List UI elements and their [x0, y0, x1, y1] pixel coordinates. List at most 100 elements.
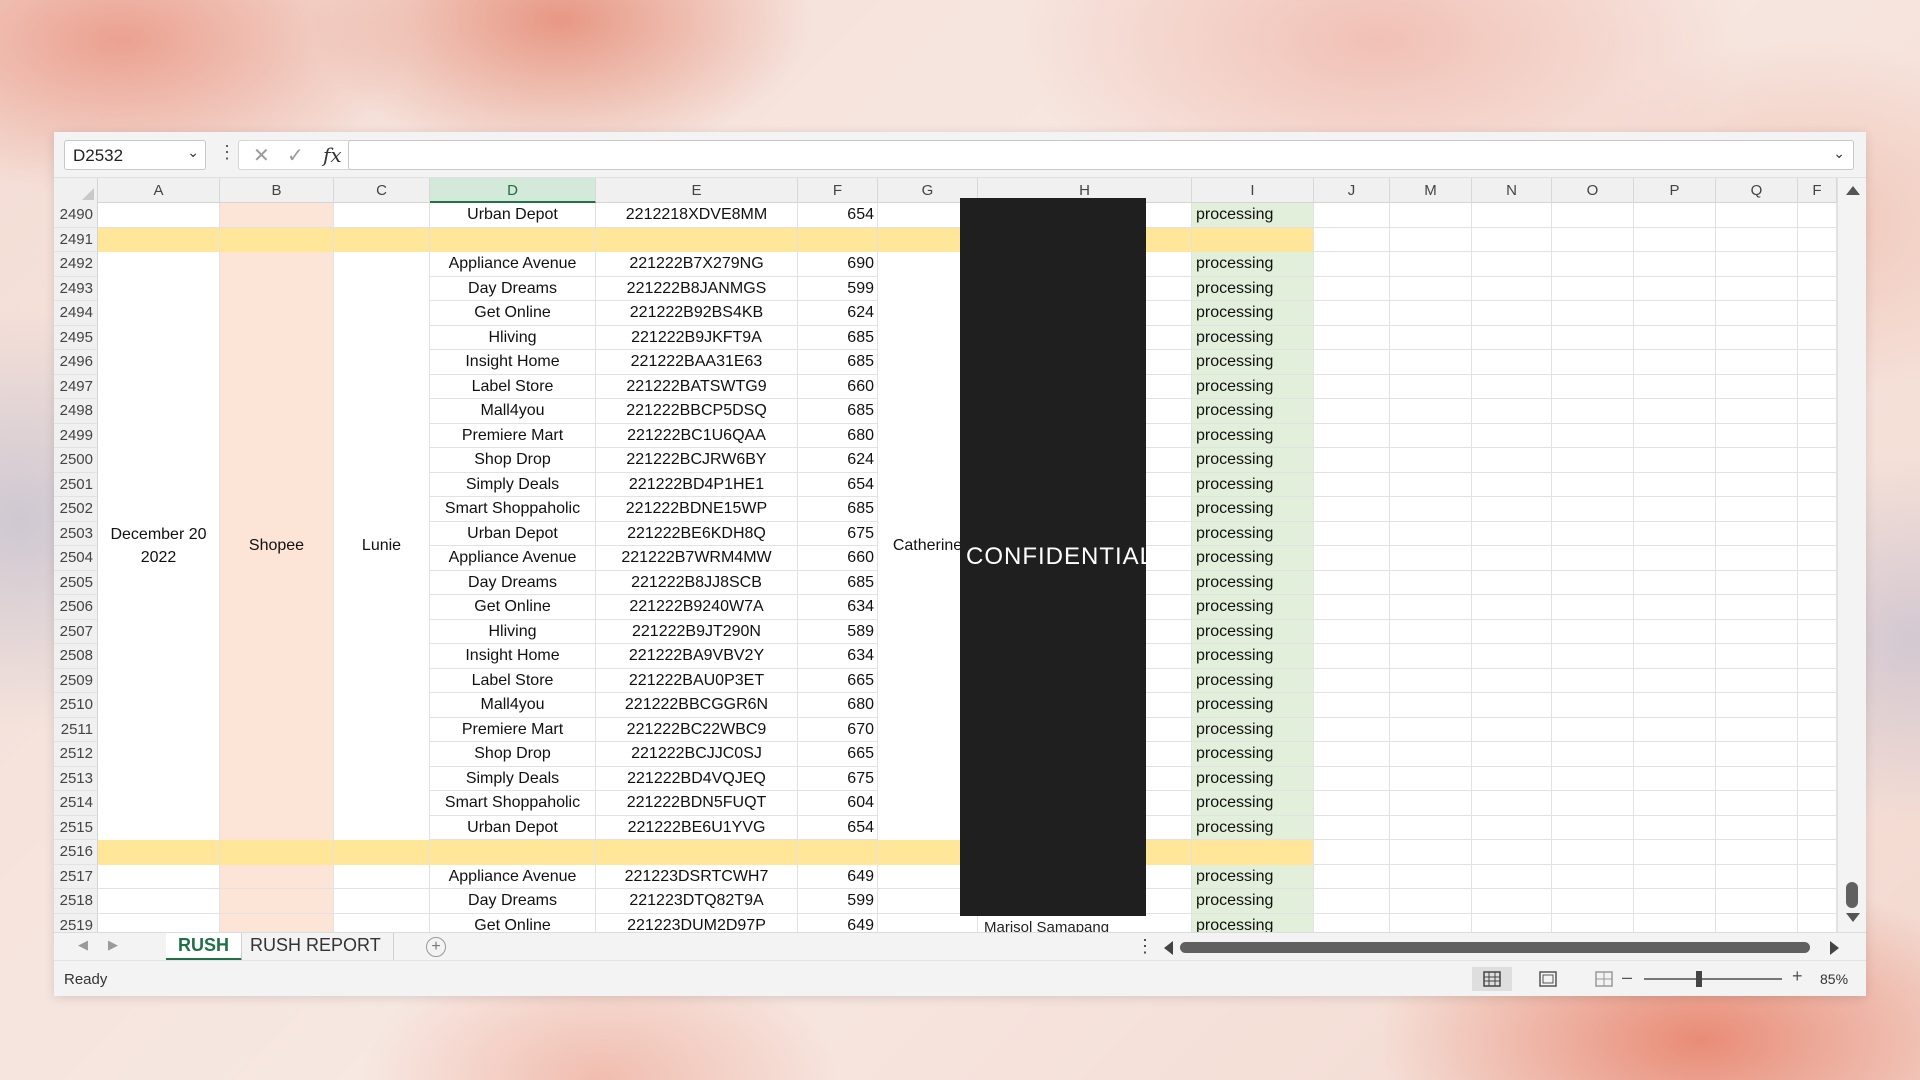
cell-f[interactable]: [1798, 791, 1837, 816]
store-cell[interactable]: Shop Drop: [430, 448, 596, 473]
cell-c[interactable]: [334, 203, 430, 228]
store-cell[interactable]: Insight Home: [430, 644, 596, 669]
status-cell[interactable]: processing: [1192, 644, 1314, 669]
column-header-j[interactable]: J: [1314, 178, 1390, 203]
amount-cell[interactable]: 675: [798, 766, 878, 791]
cell-f[interactable]: [1798, 374, 1837, 399]
column-header-q[interactable]: Q: [1716, 178, 1798, 203]
cell-o[interactable]: [1552, 276, 1634, 301]
cell-m[interactable]: [1390, 913, 1472, 932]
store-cell[interactable]: Insight Home: [430, 350, 596, 375]
store-cell[interactable]: Smart Shoppaholic: [430, 497, 596, 522]
cell-n[interactable]: [1472, 472, 1552, 497]
amount-cell[interactable]: 665: [798, 742, 878, 767]
amount-cell[interactable]: 654: [798, 472, 878, 497]
order-id-cell[interactable]: 221222BBCP5DSQ: [596, 399, 798, 424]
row-header[interactable]: 2512: [54, 742, 98, 767]
status-cell[interactable]: processing: [1192, 350, 1314, 375]
cell-o[interactable]: [1552, 717, 1634, 742]
cell-f[interactable]: [1798, 423, 1837, 448]
cell-q[interactable]: [1716, 913, 1798, 932]
cell-j[interactable]: [1314, 766, 1390, 791]
cell-q[interactable]: [1716, 252, 1798, 277]
cell-f[interactable]: [1798, 913, 1837, 932]
cell-p[interactable]: [1634, 791, 1716, 816]
order-id-cell[interactable]: 221222BCJRW6BY: [596, 448, 798, 473]
column-header-m[interactable]: M: [1390, 178, 1472, 203]
cell-c[interactable]: [334, 227, 430, 252]
row-header[interactable]: 2499: [54, 423, 98, 448]
cell-n[interactable]: [1472, 423, 1552, 448]
row-header[interactable]: 2514: [54, 791, 98, 816]
chevron-down-icon[interactable]: ⌄: [187, 144, 199, 161]
cell-c[interactable]: [334, 913, 430, 932]
row-header[interactable]: 2498: [54, 399, 98, 424]
order-id-cell[interactable]: 221222BATSWTG9: [596, 374, 798, 399]
cell-j[interactable]: [1314, 717, 1390, 742]
cell-o[interactable]: [1552, 325, 1634, 350]
cell-p[interactable]: [1634, 668, 1716, 693]
cell-q[interactable]: [1716, 717, 1798, 742]
cell-f[interactable]: [1798, 472, 1837, 497]
cell-m[interactable]: [1390, 791, 1472, 816]
row-header[interactable]: 2497: [54, 374, 98, 399]
store-cell[interactable]: Day Dreams: [430, 276, 596, 301]
cancel-icon[interactable]: ✕: [253, 143, 270, 168]
cell-o[interactable]: [1552, 766, 1634, 791]
row-header[interactable]: 2517: [54, 864, 98, 889]
cell-a[interactable]: [98, 227, 220, 252]
column-header-b[interactable]: B: [220, 178, 334, 203]
cell-e[interactable]: [596, 227, 798, 252]
row-header[interactable]: 2509: [54, 668, 98, 693]
status-cell[interactable]: processing: [1192, 619, 1314, 644]
cell-o[interactable]: [1552, 913, 1634, 932]
order-id-cell[interactable]: 221222BAA31E63: [596, 350, 798, 375]
cell-q[interactable]: [1716, 350, 1798, 375]
cell-n[interactable]: [1472, 374, 1552, 399]
cell-m[interactable]: [1390, 423, 1472, 448]
zoom-slider[interactable]: [1644, 978, 1782, 980]
cell-f[interactable]: [1798, 546, 1837, 571]
order-id-cell[interactable]: 221222BCJJC0SJ: [596, 742, 798, 767]
cell-o[interactable]: [1552, 448, 1634, 473]
cell-p[interactable]: [1634, 325, 1716, 350]
merged-date-cell[interactable]: December 20 2022: [98, 252, 220, 840]
cell-m[interactable]: [1390, 864, 1472, 889]
expand-formula-icon[interactable]: ⌄: [1833, 145, 1845, 162]
row-header[interactable]: 2505: [54, 570, 98, 595]
more-options-icon[interactable]: ⋮: [218, 142, 236, 163]
cell-f[interactable]: [1798, 276, 1837, 301]
cell-o[interactable]: [1552, 497, 1634, 522]
cell-n[interactable]: [1472, 570, 1552, 595]
cell-p[interactable]: [1634, 521, 1716, 546]
cell-p[interactable]: [1634, 203, 1716, 228]
cell-n[interactable]: [1472, 742, 1552, 767]
cell-j[interactable]: [1314, 595, 1390, 620]
amount-cell[interactable]: 599: [798, 889, 878, 914]
cell-d[interactable]: [430, 227, 596, 252]
amount-cell[interactable]: 660: [798, 374, 878, 399]
status-cell[interactable]: processing: [1192, 791, 1314, 816]
cell-q[interactable]: [1716, 546, 1798, 571]
cell-n[interactable]: [1472, 203, 1552, 228]
cell-o[interactable]: [1552, 374, 1634, 399]
cell-p[interactable]: [1634, 766, 1716, 791]
zoom-level[interactable]: 85%: [1820, 971, 1848, 987]
store-cell[interactable]: Label Store: [430, 374, 596, 399]
cell-n[interactable]: [1472, 448, 1552, 473]
cell-n[interactable]: [1472, 521, 1552, 546]
cell-j[interactable]: [1314, 742, 1390, 767]
cell-f[interactable]: [1798, 889, 1837, 914]
zoom-out-button[interactable]: –: [1622, 967, 1632, 988]
store-cell[interactable]: Appliance Avenue: [430, 252, 596, 277]
cell-o[interactable]: [1552, 668, 1634, 693]
cell-m[interactable]: [1390, 399, 1472, 424]
cell-o[interactable]: [1552, 840, 1634, 865]
cell-f[interactable]: [1798, 203, 1837, 228]
cell-p[interactable]: [1634, 619, 1716, 644]
column-header-n[interactable]: N: [1472, 178, 1552, 203]
store-cell[interactable]: Get Online: [430, 913, 596, 932]
status-cell[interactable]: processing: [1192, 595, 1314, 620]
cell-i[interactable]: [1192, 227, 1314, 252]
cell-j[interactable]: [1314, 644, 1390, 669]
